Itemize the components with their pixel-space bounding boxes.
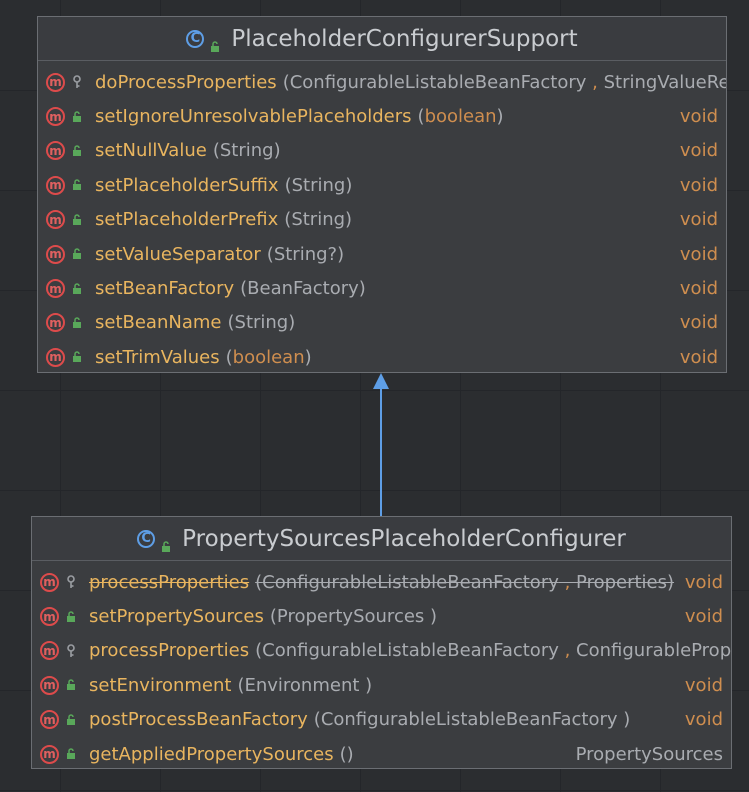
inheritance-arrow-head [373,373,389,389]
inheritance-arrow[interactable] [0,0,749,792]
